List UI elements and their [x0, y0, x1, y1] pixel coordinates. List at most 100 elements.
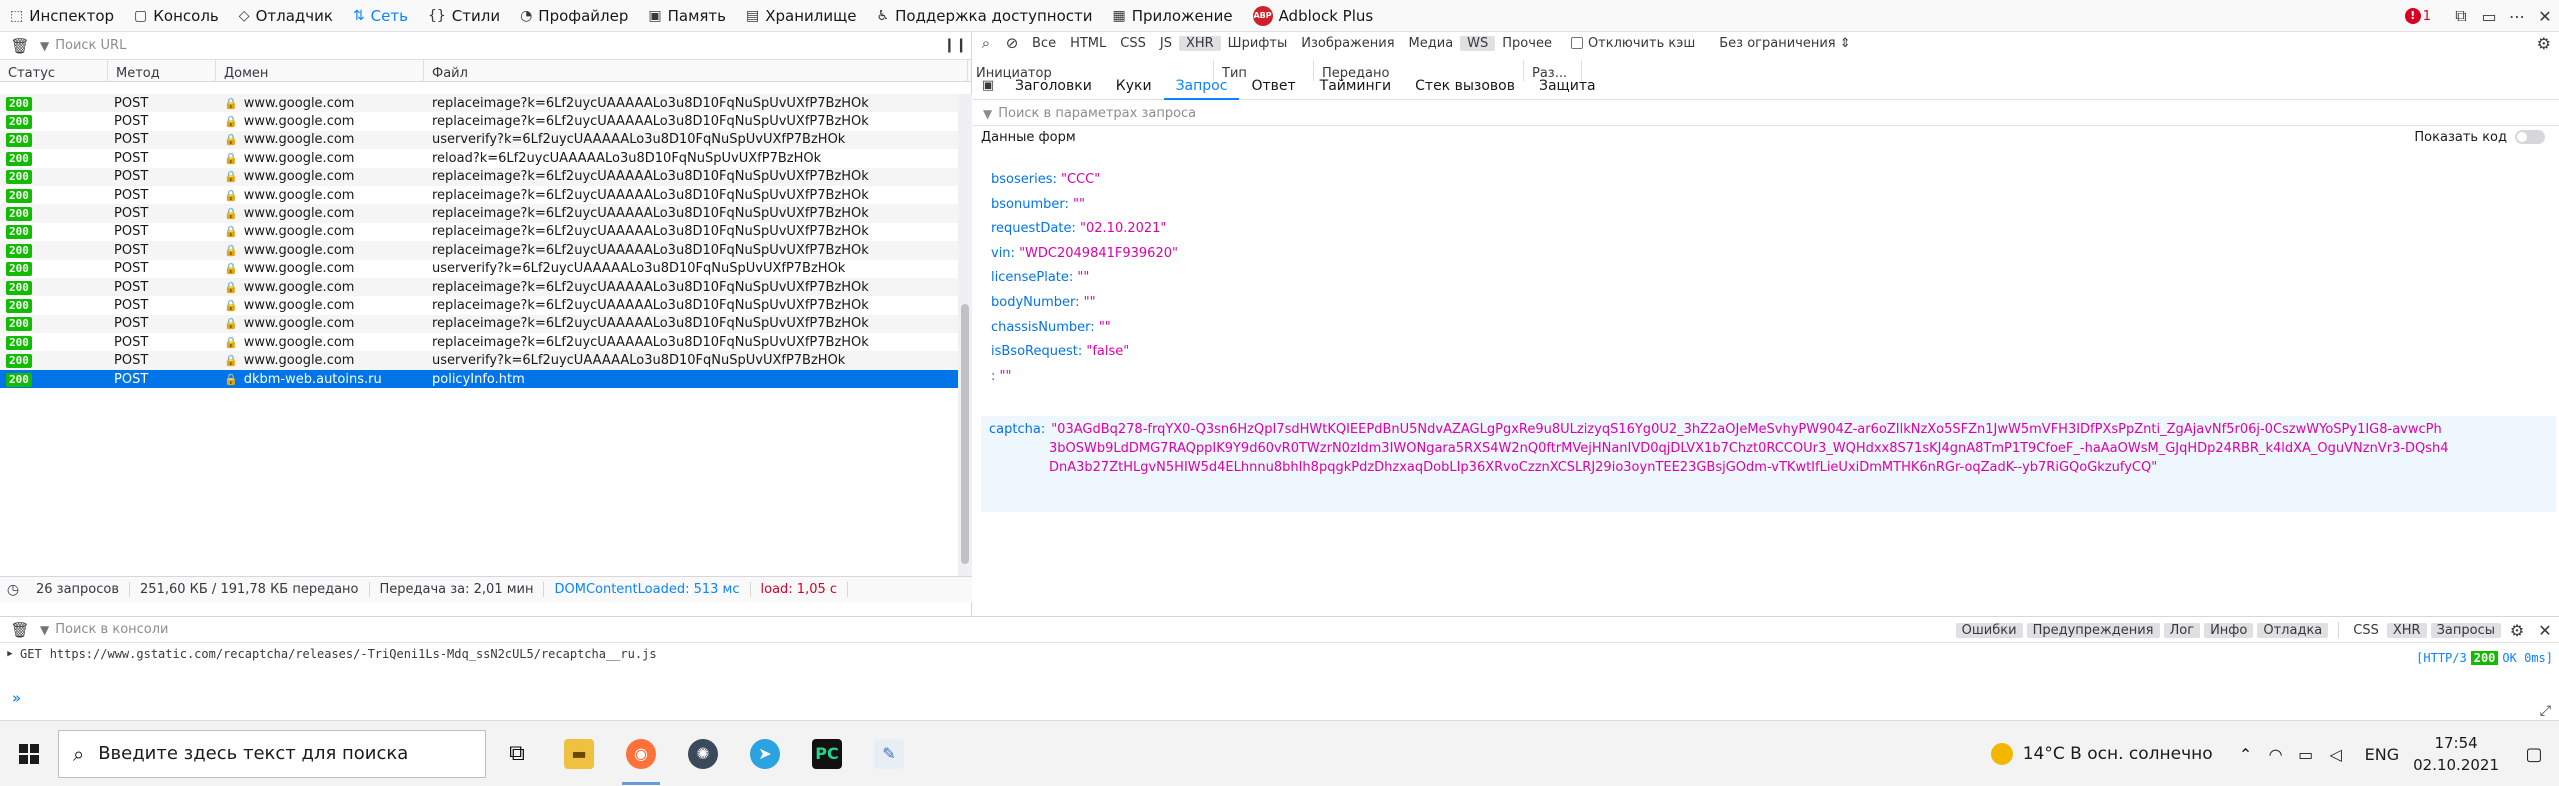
table-row[interactable]: 200 POST 🔒 www.google.com userverify?k=6Lf2u… — [0, 351, 958, 370]
tab-stack-trace[interactable]: Стек вызовов — [1403, 72, 1527, 100]
captcha-field[interactable]: captcha: "03AGdBq278-frqYX0-Q3sn6HzQpI7s… — [981, 416, 2556, 512]
table-row[interactable]: 200 POST 🔒 www.google.com replaceimage?k=6Lf… — [0, 314, 958, 334]
table-row[interactable]: 200 POST 🔒 www.google.com replaceimage?k=6Lf… — [0, 186, 958, 204]
tab-adblock[interactable]: ABP Adblock Plus — [1243, 0, 1384, 32]
display-icon[interactable]: ▭ — [2291, 745, 2321, 764]
tab-request[interactable]: Запрос — [1163, 72, 1240, 100]
search-icon[interactable]: ⌕ — [973, 34, 999, 52]
telegram-icon[interactable]: ➤ — [734, 721, 796, 786]
form-field[interactable]: bsoseries: "CCC" — [991, 168, 2551, 193]
tab-memory[interactable]: ▣ Память — [638, 0, 736, 32]
firefox-icon[interactable]: ◉ — [610, 721, 672, 786]
form-field[interactable]: chassisNumber: "" — [991, 316, 2551, 341]
toggle-sidebar-icon[interactable]: ▣ — [973, 78, 1003, 93]
table-row[interactable]: 200 POST 🔒 www.google.com replaceimage?k=6Lf… — [0, 333, 958, 351]
pycharm-icon[interactable]: PC — [796, 721, 858, 786]
filter-css[interactable]: CSS — [1113, 36, 1153, 51]
log-url[interactable]: https://www.gstatic.com/recaptcha/releas… — [50, 647, 657, 661]
col-status[interactable]: Статус — [0, 60, 108, 81]
filter-warnings[interactable]: Предупреждения — [2026, 622, 2160, 638]
url-filter-input[interactable]: Поиск URL — [55, 38, 126, 53]
table-row[interactable]: 200 POST 🔒 www.google.com replaceimage?k=6Lf… — [0, 241, 958, 260]
console-log-entry[interactable]: ▶ GET https://www.gstatic.com/recaptcha/… — [0, 643, 2559, 665]
chevron-up-icon[interactable]: ⌃ — [2231, 745, 2261, 764]
language-indicator[interactable]: ENG — [2365, 745, 2399, 764]
filter-images[interactable]: Изображения — [1294, 36, 1401, 51]
tab-headers[interactable]: Заголовки — [1003, 72, 1104, 100]
file-explorer-icon[interactable]: ▬ — [548, 721, 610, 786]
form-field[interactable]: bsonumber: "" — [991, 193, 2551, 218]
more-options-icon[interactable]: ⋯ — [2503, 7, 2531, 26]
filter-log[interactable]: Лог — [2163, 622, 2201, 638]
volume-icon[interactable]: ◁ — [2321, 745, 2351, 764]
tab-security[interactable]: Защита — [1527, 72, 1608, 100]
filter-ws[interactable]: WS — [1460, 35, 1496, 51]
filter-console-css[interactable]: CSS — [2347, 623, 2385, 638]
param-filter-input[interactable]: Поиск в параметрах запроса — [998, 106, 1196, 121]
expand-triangle-icon[interactable]: ▶ — [0, 649, 20, 659]
filter-errors[interactable]: Ошибки — [1955, 622, 2023, 638]
tab-storage[interactable]: ▤ Хранилище — [736, 0, 866, 32]
filter-fonts[interactable]: Шрифты — [1221, 36, 1295, 51]
table-row[interactable]: 200 POST 🔒 www.google.com replaceimage?k=6Lf… — [0, 167, 958, 186]
show-code-toggle[interactable]: Показать код — [2414, 130, 2545, 145]
tab-debugger[interactable]: ◇ Отладчик — [229, 0, 343, 32]
editor-mode-icon[interactable]: ⤢ — [2540, 703, 2551, 719]
tab-inspector[interactable]: ⬚ Инспектор — [0, 0, 124, 32]
filter-js[interactable]: JS — [1153, 36, 1179, 51]
vertical-scrollbar[interactable] — [958, 94, 972, 576]
table-row[interactable]: 200 POST 🔒 www.google.com reload?k=6Lf2uycUA… — [0, 149, 958, 167]
tab-network[interactable]: ⇅ Сеть — [343, 0, 418, 32]
task-view-icon[interactable]: ⧉ — [486, 721, 548, 786]
gear-icon[interactable]: ⚙ — [2503, 621, 2531, 640]
table-row[interactable]: 200 POST 🔒 www.google.com replaceimage?k=6Lf… — [0, 94, 958, 113]
table-row[interactable]: 200 POST 🔒 www.google.com replaceimage?k=6Lf… — [0, 204, 958, 223]
trash-icon[interactable]: 🗑 — [0, 37, 40, 55]
pause-icon[interactable]: ❙❙ — [944, 37, 967, 53]
console-filter-input[interactable]: Поиск в консоли — [55, 622, 168, 637]
form-field[interactable]: isBsoRequest: "false" — [991, 340, 2551, 365]
tab-console[interactable]: ▢ Консоль — [124, 0, 229, 32]
tab-style-editor[interactable]: {} Стили — [418, 0, 510, 32]
tab-cookies[interactable]: Куки — [1104, 72, 1164, 100]
tab-accessibility[interactable]: ♿ Поддержка доступности — [867, 0, 1103, 32]
table-row[interactable]: 200 POST 🔒 www.google.com replaceimage?k=6Lf… — [0, 223, 958, 241]
filter-console-xhr[interactable]: XHR — [2386, 622, 2427, 638]
filter-all[interactable]: Все — [1025, 36, 1063, 51]
filter-media[interactable]: Медиа — [1402, 36, 1461, 51]
error-counter[interactable]: ! 1 — [2404, 8, 2431, 24]
throttle-select[interactable]: Без ограничения ⇕ — [1719, 36, 1850, 51]
wifi-icon[interactable]: ◠ — [2261, 745, 2291, 764]
tab-timings[interactable]: Тайминги — [1308, 72, 1404, 100]
col-file[interactable]: Файл — [424, 60, 968, 81]
taskbar-search[interactable]: ⌕ Введите здесь текст для поиска — [58, 729, 486, 778]
tab-response[interactable]: Ответ — [1239, 72, 1307, 100]
close-icon[interactable]: ✕ — [2531, 7, 2559, 26]
filter-html[interactable]: HTML — [1063, 36, 1113, 51]
block-icon[interactable]: ⊘ — [999, 34, 1025, 52]
scrollbar-thumb[interactable] — [961, 304, 969, 564]
dock-icon[interactable]: ▭ — [2475, 7, 2503, 26]
table-row[interactable]: 200 POST 🔒 www.google.com replaceimage?k=6Lf… — [0, 296, 958, 314]
tab-profiler[interactable]: ◔ Профайлер — [510, 0, 638, 32]
col-domain[interactable]: Домен — [216, 60, 424, 81]
table-row[interactable]: 200 POST 🔒 www.google.com userverify?k=6Lf2u… — [0, 260, 958, 278]
form-field[interactable]: vin: "WDC2049841F939620" — [991, 242, 2551, 267]
table-row[interactable]: 200 POST 🔒 dkbm-web.autoins.ru policyInfo.ht… — [0, 369, 958, 389]
console-prompt[interactable]: » — [12, 689, 21, 707]
col-method[interactable]: Метод — [108, 60, 216, 81]
tab-application[interactable]: ▦ Приложение — [1102, 0, 1242, 32]
table-row[interactable]: 200 POST 🔒 www.google.com replaceimage?k=6Lf… — [0, 112, 958, 130]
filter-debug[interactable]: Отладка — [2257, 622, 2329, 638]
windows-start-icon[interactable] — [0, 721, 58, 786]
table-row[interactable]: 200 POST 🔒 www.google.com userverify?k=6Lf2u… — [0, 130, 958, 150]
form-field[interactable]: : "" — [991, 365, 2551, 390]
responsive-design-icon[interactable]: ⧉ — [2447, 6, 2475, 26]
form-field[interactable]: licensePlate: "" — [991, 266, 2551, 291]
weather-widget[interactable]: 14°C В осн. солнечно — [1990, 743, 2213, 765]
trash-icon[interactable]: 🗑 — [0, 621, 40, 639]
table-row[interactable]: 200 POST 🔒 www.google.com replaceimage?k=6Lf… — [0, 277, 958, 297]
filter-xhr[interactable]: XHR — [1178, 35, 1221, 51]
close-icon[interactable]: ✕ — [2531, 621, 2559, 640]
form-field[interactable]: requestDate: "02.10.2021" — [991, 217, 2551, 242]
